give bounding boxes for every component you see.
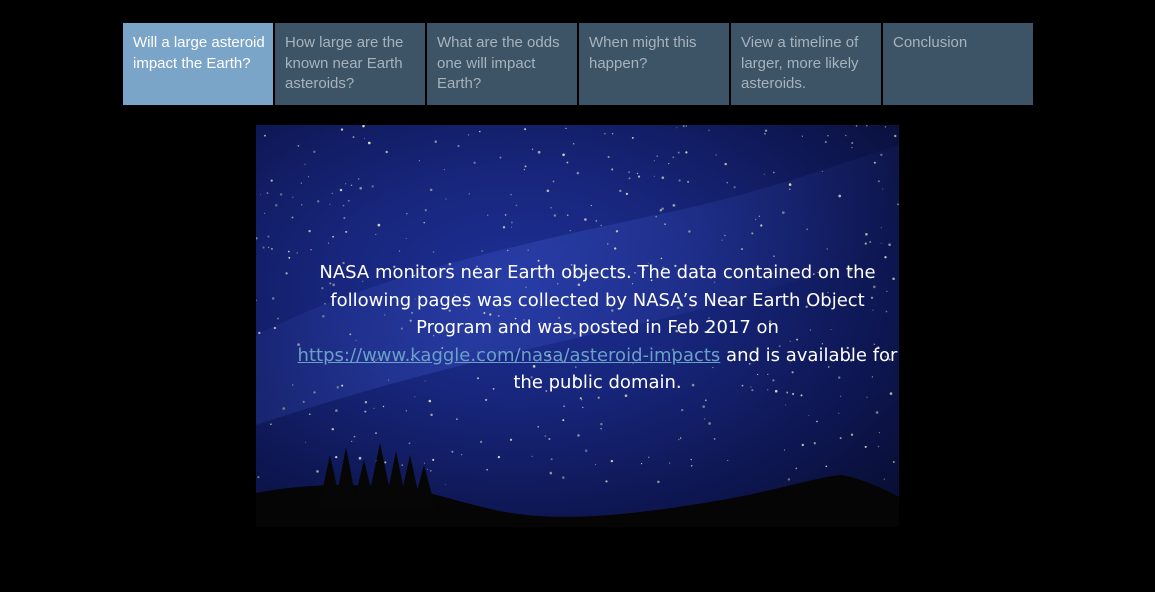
night-sky-image: NASA monitors near Earth objects. The da… xyxy=(256,125,899,527)
story-navigator: Will a large asteroid impact the Earth? … xyxy=(123,23,1033,105)
pine-trees-silhouette xyxy=(318,443,436,510)
story-point-6[interactable]: Conclusion xyxy=(883,23,1033,105)
story-point-3[interactable]: What are the odds one will impact Earth? xyxy=(427,23,577,105)
hero-text-intro: NASA monitors near Earth objects. The da… xyxy=(319,262,876,338)
story-point-1[interactable]: Will a large asteroid impact the Earth? xyxy=(123,23,273,105)
kaggle-dataset-link[interactable]: https://www.kaggle.com/nasa/asteroid-imp… xyxy=(298,345,721,366)
story-point-5[interactable]: View a timeline of larger, more likely a… xyxy=(731,23,881,105)
story-point-4[interactable]: When might this happen? xyxy=(579,23,729,105)
story-point-2[interactable]: How large are the known near Earth aster… xyxy=(275,23,425,105)
hero-description: NASA monitors near Earth objects. The da… xyxy=(296,259,899,397)
